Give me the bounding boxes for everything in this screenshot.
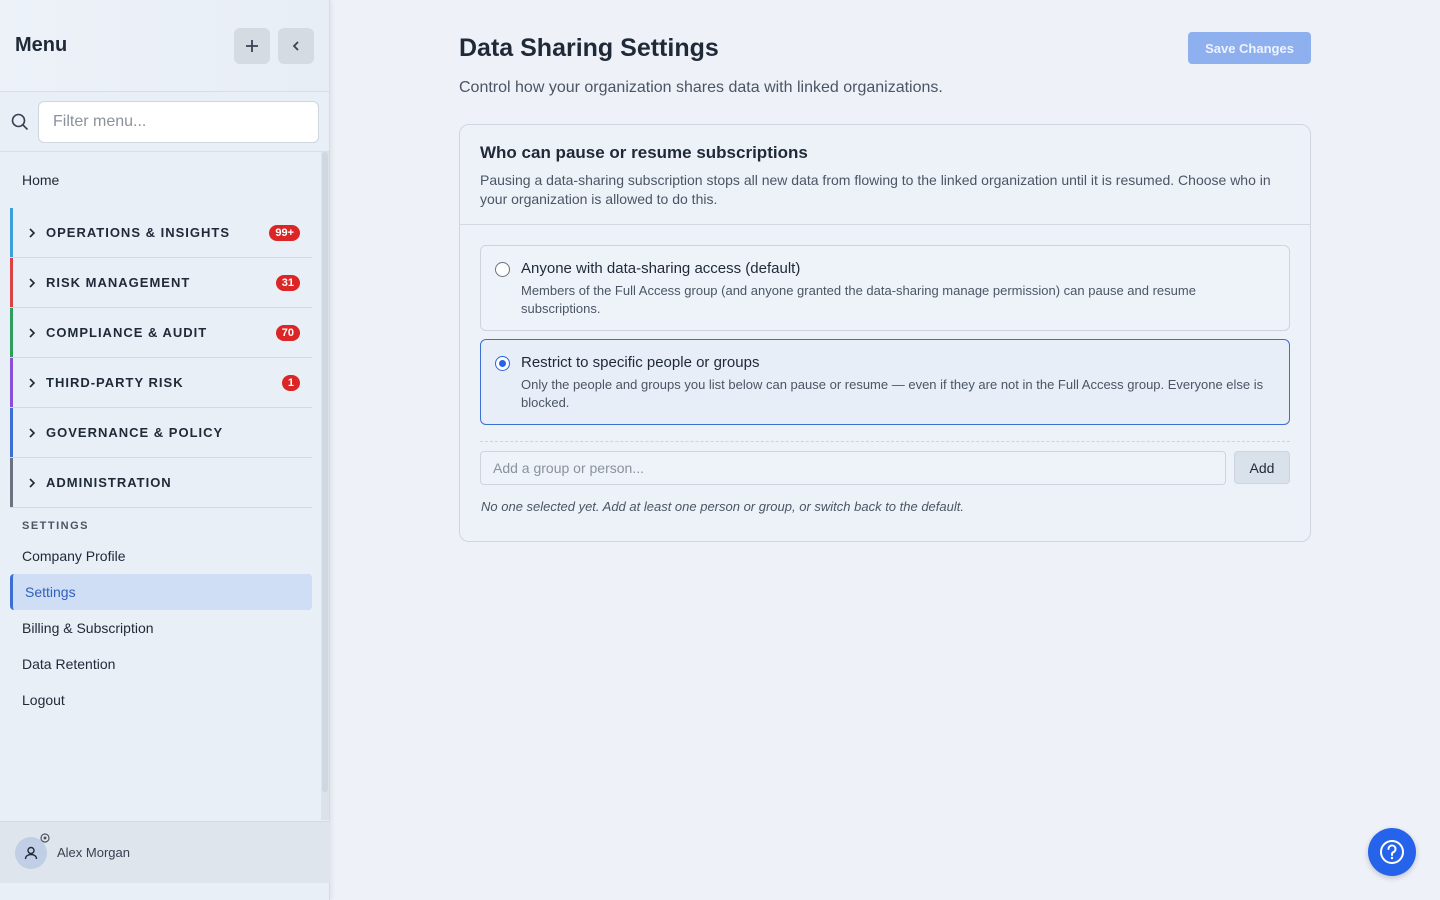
section-compliance-audit[interactable]: COMPLIANCE & AUDIT 70	[10, 308, 312, 358]
gear-icon	[40, 832, 50, 843]
section-color-bar	[10, 308, 13, 357]
chevron-right-icon	[29, 327, 36, 338]
help-icon	[1380, 840, 1404, 864]
section-label: ADMINISTRATION	[46, 475, 172, 490]
nav-item-logout[interactable]: Logout	[10, 682, 312, 718]
section-color-bar	[10, 258, 13, 307]
nav-item-billing-subscription[interactable]: Billing & Subscription	[10, 610, 312, 646]
chevron-right-icon	[29, 377, 36, 388]
count-badge: 99+	[269, 224, 300, 241]
plus-icon	[246, 39, 258, 52]
section-risk-management[interactable]: RISK MANAGEMENT 31	[10, 258, 312, 308]
nav-item-settings[interactable]: Settings	[10, 574, 312, 610]
user-icon	[24, 846, 38, 859]
option-description: Members of the Full Access group (and an…	[521, 283, 1196, 316]
count-badge: 1	[281, 374, 300, 391]
user-footer[interactable]: Alex Morgan	[0, 821, 330, 883]
chevron-right-icon	[29, 277, 36, 288]
option-title: Anyone with data-sharing access (default…	[521, 260, 801, 277]
save-changes-button[interactable]: Save Changes	[1188, 32, 1311, 64]
nav-item-company-profile[interactable]: Company Profile	[10, 538, 312, 574]
option-description: Only the people and groups you list belo…	[521, 377, 1264, 410]
add-button[interactable]: Add	[1234, 451, 1290, 484]
chevron-right-icon	[29, 427, 36, 438]
section-third-party-risk[interactable]: THIRD-PARTY RISK 1	[10, 358, 312, 408]
add-group-or-person-input[interactable]	[480, 451, 1226, 485]
page-title: Data Sharing Settings	[459, 34, 719, 62]
divider	[480, 441, 1290, 442]
chevron-right-icon	[29, 227, 36, 238]
section-operations-insights[interactable]: OPERATIONS & INSIGHTS 99+	[10, 208, 312, 258]
sidebar-header: Menu	[0, 0, 329, 92]
nav-item-home[interactable]: Home	[10, 152, 312, 208]
search-icon	[11, 113, 29, 130]
option-default-access[interactable]: Anyone with data-sharing access (default…	[480, 245, 1290, 331]
section-color-bar	[10, 358, 13, 407]
nav-item-data-retention[interactable]: Data Retention	[10, 646, 312, 682]
section-color-bar	[10, 408, 13, 457]
card-title: Who can pause or resume subscriptions	[480, 143, 808, 162]
collapse-sidebar-button[interactable]	[278, 27, 314, 64]
filter-menu-input[interactable]	[38, 100, 319, 143]
option-title: Restrict to specific people or groups	[521, 354, 760, 371]
radio-restrict-access[interactable]	[495, 356, 510, 371]
section-governance-policy[interactable]: GOVERNANCE & POLICY	[10, 408, 312, 458]
settings-heading: SETTINGS	[22, 520, 90, 532]
avatar[interactable]	[15, 832, 50, 869]
chevron-left-icon	[292, 40, 299, 51]
section-color-bar	[10, 458, 13, 507]
help-button[interactable]	[1368, 828, 1416, 876]
count-badge: 31	[275, 274, 300, 291]
sidebar-scrollbar[interactable]	[321, 152, 329, 820]
add-menu-button[interactable]	[234, 27, 270, 64]
empty-selection-note: No one selected yet. Add at least one pe…	[481, 499, 964, 514]
section-label: COMPLIANCE & AUDIT	[46, 325, 208, 340]
sidebar: Menu Home OPERATIONS & INSIGHTS 99+ RISK…	[0, 0, 330, 900]
section-color-bar	[10, 208, 13, 257]
radio-default-access[interactable]	[495, 262, 510, 277]
user-name: Alex Morgan	[57, 845, 130, 860]
section-label: RISK MANAGEMENT	[46, 275, 191, 290]
section-label: THIRD-PARTY RISK	[46, 375, 184, 390]
count-badge: 70	[275, 324, 300, 341]
option-restrict-access[interactable]: Restrict to specific people or groups On…	[480, 339, 1290, 425]
chevron-right-icon	[29, 477, 36, 488]
pause-resume-settings-card: Who can pause or resume subscriptions Pa…	[459, 124, 1311, 542]
card-description: Pausing a data-sharing subscription stop…	[480, 172, 1271, 207]
section-label: GOVERNANCE & POLICY	[46, 425, 224, 440]
sidebar-title: Menu	[15, 34, 68, 56]
sidebar-search	[0, 92, 329, 152]
section-administration[interactable]: ADMINISTRATION	[10, 458, 312, 508]
section-label: OPERATIONS & INSIGHTS	[46, 225, 230, 240]
page-subtitle: Control how your organization shares dat…	[459, 79, 943, 96]
sidebar-nav: Home OPERATIONS & INSIGHTS 99+ RISK MANA…	[0, 152, 322, 820]
scrollbar-thumb[interactable]	[322, 152, 328, 792]
